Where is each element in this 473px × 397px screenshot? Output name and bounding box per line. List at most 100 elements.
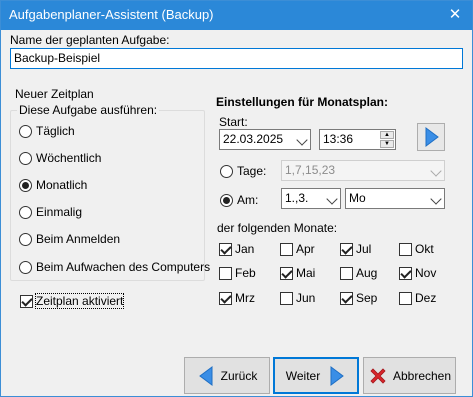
- radio-monthly-label: Monatlich: [36, 178, 88, 192]
- checkbox-indicator[interactable]: [280, 266, 293, 280]
- schedule-group-caption: Diese Aufgabe ausführen:: [17, 103, 160, 117]
- radio-daily[interactable]: Täglich: [19, 123, 75, 139]
- radio-weekly[interactable]: Wöchentlich: [19, 150, 101, 166]
- chevron-down-icon[interactable]: [430, 193, 442, 205]
- month-okt-checkbox[interactable]: Okt: [399, 241, 434, 257]
- month-label: Aug: [356, 266, 378, 280]
- checkbox-indicator[interactable]: [219, 242, 232, 256]
- start-date-value: 22.03.2025: [223, 132, 284, 146]
- month-label: Dez: [415, 291, 437, 305]
- time-spinner[interactable]: ▲ ▼: [380, 131, 394, 148]
- chevron-down-icon[interactable]: [326, 193, 338, 205]
- checkbox-indicator[interactable]: [219, 291, 232, 305]
- next-button[interactable]: Weiter: [273, 357, 359, 394]
- months-label: der folgenden Monate:: [217, 221, 338, 235]
- radio-indicator[interactable]: [19, 260, 32, 274]
- checkbox-indicator[interactable]: [280, 242, 293, 256]
- radio-days[interactable]: Tage:: [220, 163, 266, 179]
- radio-indicator[interactable]: [19, 232, 32, 246]
- radio-indicator[interactable]: [19, 151, 32, 165]
- month-aug-checkbox[interactable]: Aug: [340, 265, 377, 281]
- chevron-down-icon[interactable]: [296, 134, 308, 146]
- month-sep-checkbox[interactable]: Sep: [340, 290, 377, 306]
- radio-indicator[interactable]: [19, 205, 32, 219]
- month-mai-checkbox[interactable]: Mai: [280, 265, 315, 281]
- radio-daily-label: Täglich: [36, 124, 75, 138]
- schedule-enabled-label: Zeitplan aktiviert: [34, 293, 125, 309]
- month-label: Mai: [296, 266, 316, 280]
- days-value: 1,7,15,23: [285, 163, 336, 177]
- task-name-label: Name der geplanten Aufgabe:: [10, 33, 170, 47]
- month-label: Jun: [296, 291, 316, 305]
- radio-on-wake-label: Beim Aufwachen des Computers: [36, 260, 211, 274]
- month-label: Sep: [356, 291, 378, 305]
- chevron-down-icon[interactable]: [430, 165, 442, 177]
- checkbox-indicator[interactable]: [20, 294, 33, 308]
- radio-on-label: Am:: [237, 193, 259, 207]
- month-jan-checkbox[interactable]: Jan: [219, 241, 254, 257]
- month-dez-checkbox[interactable]: Dez: [399, 290, 436, 306]
- start-time-input[interactable]: 13:36 ▲ ▼: [319, 129, 396, 150]
- arrow-right-icon: [330, 365, 345, 386]
- checkbox-indicator[interactable]: [399, 266, 412, 280]
- month-jun-checkbox[interactable]: Jun: [280, 290, 315, 306]
- radio-indicator[interactable]: [19, 178, 32, 192]
- checkbox-indicator[interactable]: [340, 242, 353, 256]
- month-feb-checkbox[interactable]: Feb: [219, 265, 256, 281]
- monthly-settings-heading: Einstellungen für Monatsplan:: [216, 95, 389, 109]
- start-label: Start:: [219, 115, 248, 129]
- window-title: Aufgabenplaner-Assistent (Backup): [9, 7, 214, 22]
- radio-on-wake[interactable]: Beim Aufwachen des Computers: [19, 259, 210, 275]
- cancel-x-icon: [370, 367, 386, 384]
- weekday-combo[interactable]: Mo: [345, 188, 445, 209]
- ordinal-combo[interactable]: 1.,3.: [281, 188, 341, 209]
- checkbox-indicator[interactable]: [280, 291, 293, 305]
- checkbox-indicator[interactable]: [219, 266, 232, 280]
- schedule-enabled-checkbox[interactable]: Zeitplan aktiviert: [20, 293, 125, 309]
- radio-weekly-label: Wöchentlich: [36, 151, 102, 165]
- month-apr-checkbox[interactable]: Apr: [280, 241, 315, 257]
- month-nov-checkbox[interactable]: Nov: [399, 265, 436, 281]
- next-button-label: Weiter: [285, 368, 321, 383]
- schedule-section-label: Neuer Zeitplan: [15, 87, 94, 101]
- month-label: Mrz: [235, 291, 255, 305]
- cancel-button[interactable]: Abbrechen: [363, 357, 456, 394]
- next-page-button[interactable]: [417, 123, 445, 151]
- back-button-label: Zurück: [220, 368, 258, 383]
- checkbox-indicator[interactable]: [340, 291, 353, 305]
- radio-indicator[interactable]: [19, 124, 32, 138]
- checkbox-indicator[interactable]: [399, 242, 412, 256]
- task-name-input[interactable]: Backup-Beispiel: [10, 48, 463, 69]
- radio-at-logon[interactable]: Beim Anmelden: [19, 231, 120, 247]
- title-bar[interactable]: Aufgabenplaner-Assistent (Backup) ✕: [1, 1, 472, 30]
- arrow-left-icon: [198, 365, 213, 386]
- back-button[interactable]: Zurück: [184, 357, 270, 394]
- weekday-value: Mo: [349, 191, 366, 205]
- spin-up-icon[interactable]: ▲: [380, 131, 394, 139]
- month-jul-checkbox[interactable]: Jul: [340, 241, 371, 257]
- wizard-window: Aufgabenplaner-Assistent (Backup) ✕ Name…: [0, 0, 473, 397]
- start-time-value: 13:36: [323, 132, 354, 146]
- radio-once-label: Einmalig: [36, 205, 83, 219]
- month-label: Okt: [415, 242, 434, 256]
- radio-indicator[interactable]: [220, 193, 233, 207]
- radio-days-label: Tage:: [237, 164, 267, 178]
- checkbox-indicator[interactable]: [399, 291, 412, 305]
- cancel-button-label: Abbrechen: [392, 368, 452, 383]
- spin-down-icon[interactable]: ▼: [380, 140, 394, 148]
- close-icon[interactable]: ✕: [444, 5, 466, 25]
- days-combo[interactable]: 1,7,15,23: [281, 160, 445, 181]
- start-date-picker[interactable]: 22.03.2025: [219, 129, 311, 150]
- radio-indicator[interactable]: [220, 164, 233, 178]
- ordinal-value: 1.,3.: [285, 191, 309, 205]
- radio-once[interactable]: Einmalig: [19, 204, 82, 220]
- radio-on[interactable]: Am:: [220, 192, 258, 208]
- month-label: Jan: [235, 242, 255, 256]
- month-label: Nov: [415, 266, 437, 280]
- play-arrow-icon: [425, 127, 439, 147]
- checkbox-indicator[interactable]: [340, 266, 353, 280]
- month-label: Jul: [356, 242, 372, 256]
- month-label: Apr: [296, 242, 315, 256]
- month-mrz-checkbox[interactable]: Mrz: [219, 290, 255, 306]
- radio-monthly[interactable]: Monatlich: [19, 177, 87, 193]
